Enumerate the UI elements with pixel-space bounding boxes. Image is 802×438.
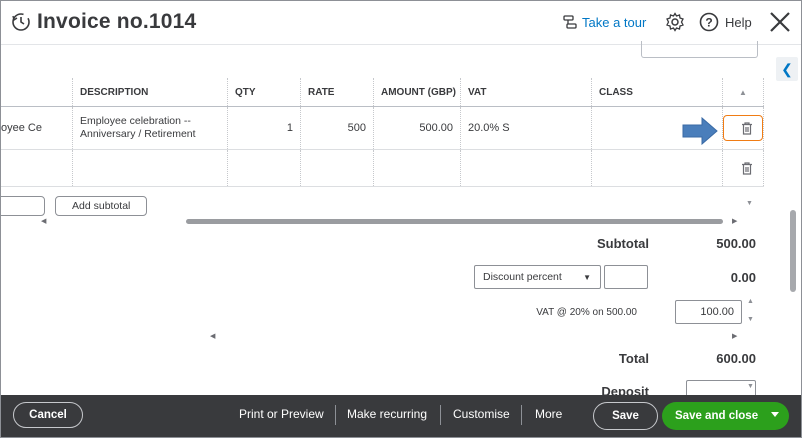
help-icon: ? [699, 12, 719, 32]
cell-amount[interactable] [373, 149, 461, 187]
page-vertical-scrollbar[interactable] [790, 210, 796, 292]
cell-qty[interactable] [227, 149, 301, 187]
discount-type-select[interactable]: Discount percent ▼ [474, 265, 601, 289]
cell-vat[interactable]: 20.0% S [460, 106, 592, 150]
table-row[interactable]: oyee Ce Employee celebration -- Anniversa… [1, 106, 764, 150]
cell-delete [722, 106, 764, 150]
header: Invoice no.1014 Take a tour ? Help [1, 1, 801, 45]
caret-down-icon: ▼ [583, 273, 591, 282]
col-rate: RATE [300, 78, 374, 107]
print-preview-link[interactable]: Print or Preview [239, 407, 324, 421]
vat-input[interactable]: 100.00 [675, 300, 742, 324]
vat-label: VAT @ 20% on 500.00 [536, 307, 637, 318]
save-button[interactable]: Save [593, 402, 658, 430]
col-description: DESCRIPTION [72, 78, 228, 107]
discount-select-label: Discount percent [483, 271, 562, 283]
history-icon[interactable] [11, 12, 31, 32]
subtotal-value: 500.00 [716, 236, 756, 251]
col-vat: VAT [460, 78, 592, 107]
close-icon[interactable] [768, 10, 792, 34]
discount-input[interactable] [604, 265, 648, 289]
chevron-down-icon[interactable] [771, 412, 779, 417]
col-class: CLASS [591, 78, 723, 107]
col-amount: AMOUNT (GBP) [373, 78, 461, 107]
total-label: Total [618, 351, 649, 366]
make-recurring-link[interactable]: Make recurring [347, 407, 427, 421]
take-a-tour-link[interactable]: Take a tour [562, 14, 646, 30]
footer-bar: Cancel Print or Preview Make recurring C… [1, 395, 801, 437]
help-label: Help [725, 14, 752, 30]
save-and-close-label: Save and close [675, 410, 759, 422]
help-button[interactable]: ? Help [699, 12, 752, 32]
col-qty: QTY [227, 78, 301, 107]
chevron-left-icon[interactable]: ❮ [776, 57, 798, 81]
col-product [1, 78, 73, 107]
cancel-button[interactable]: Cancel [13, 402, 83, 428]
vat-down-arrow[interactable]: ▼ [747, 316, 754, 323]
save-and-close-button[interactable]: Save and close [662, 402, 789, 430]
add-subtotal-button[interactable]: Add subtotal [55, 196, 148, 216]
customise-link[interactable]: Customise [453, 407, 510, 421]
tour-icon [563, 15, 577, 29]
subtotal-label: Subtotal [597, 236, 649, 251]
scroll-left-arrow[interactable]: ◀ [41, 217, 46, 225]
invoice-body: ❮ DESCRIPTION QTY RATE AMOUNT (GBP) VAT … [1, 41, 801, 402]
scroll-right-arrow[interactable]: ▶ [732, 217, 737, 225]
top-field[interactable] [641, 41, 758, 58]
divider [335, 405, 336, 425]
col-actions: ▲ [722, 78, 764, 107]
tour-label: Take a tour [582, 14, 647, 30]
scroll-down-arrow[interactable]: ▼ [746, 200, 753, 207]
vat-up-arrow[interactable]: ▲ [747, 298, 754, 305]
cell-class[interactable] [591, 149, 723, 187]
cell-delete [722, 149, 764, 187]
divider [521, 405, 522, 425]
page-title: Invoice no.1014 [37, 10, 197, 33]
cell-product[interactable] [1, 149, 73, 187]
deposit-down-arrow[interactable]: ▼ [747, 383, 754, 390]
gear-icon[interactable] [665, 12, 685, 32]
total-value: 600.00 [716, 351, 756, 366]
cell-description[interactable] [72, 149, 228, 187]
cell-amount[interactable]: 500.00 [373, 106, 461, 150]
table-horizontal-scrollbar[interactable]: ◀ ▶ [38, 216, 743, 226]
table-row[interactable] [1, 149, 764, 187]
invoice-window: Invoice no.1014 Take a tour ? Help ❮ DES… [0, 0, 802, 438]
add-lines-button[interactable] [1, 196, 45, 216]
divider [440, 405, 441, 425]
cell-rate[interactable] [300, 149, 374, 187]
scroll-thumb[interactable] [186, 219, 723, 224]
svg-text:?: ? [705, 16, 712, 30]
trash-icon[interactable] [725, 156, 762, 180]
summary-scroll-right[interactable]: ▶ [732, 332, 737, 340]
cell-vat[interactable] [460, 149, 592, 187]
cell-rate[interactable]: 500 [300, 106, 374, 150]
cell-product[interactable]: oyee Ce [1, 106, 73, 150]
summary-scroll-left[interactable]: ◀ [210, 332, 215, 340]
cell-qty[interactable]: 1 [227, 106, 301, 150]
trash-icon[interactable] [723, 115, 763, 141]
cell-description[interactable]: Employee celebration -- Anniversary / Ret… [72, 106, 228, 150]
arrow-annotation-icon [682, 117, 718, 145]
discount-value: 0.00 [730, 270, 756, 285]
table-header-row: DESCRIPTION QTY RATE AMOUNT (GBP) VAT CL… [1, 78, 764, 107]
line-items-table: DESCRIPTION QTY RATE AMOUNT (GBP) VAT CL… [1, 78, 764, 187]
more-link[interactable]: More [535, 407, 562, 421]
